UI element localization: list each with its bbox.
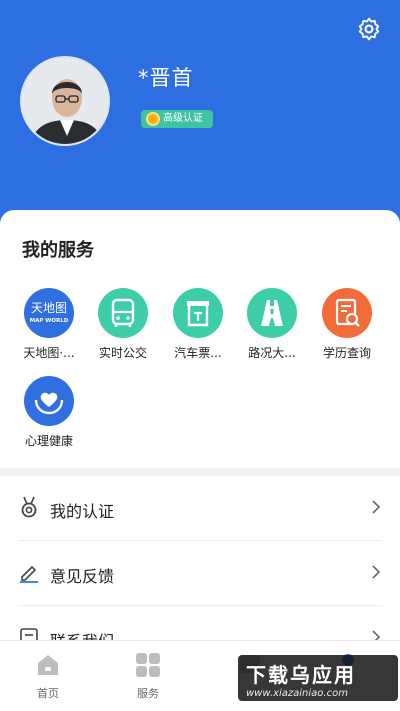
service-tianditu[interactable]: 天地图 MAP WORLD 天地图·... bbox=[11, 288, 87, 361]
settings-gear-icon[interactable] bbox=[356, 16, 382, 42]
bus-icon bbox=[98, 288, 148, 338]
document-search-icon bbox=[322, 288, 372, 338]
menu-item-feedback[interactable]: 意见反馈 bbox=[0, 541, 400, 605]
service-bus-ticket[interactable]: 汽车票... bbox=[160, 288, 236, 361]
edit-icon bbox=[20, 565, 38, 583]
service-label: 汽车票... bbox=[174, 346, 222, 360]
ticket-icon bbox=[173, 288, 223, 338]
avatar-photo-icon bbox=[22, 58, 108, 144]
chevron-right-icon bbox=[372, 500, 381, 514]
badge-medal-icon bbox=[146, 112, 160, 126]
menu-label: 联系我们 bbox=[50, 628, 114, 640]
avatar[interactable] bbox=[20, 56, 110, 146]
tab-home[interactable]: 首页 bbox=[8, 651, 88, 701]
home-icon bbox=[34, 651, 62, 679]
menu-item-contact[interactable]: 联系我们 bbox=[0, 606, 400, 640]
badge-label: 高级认证 bbox=[163, 113, 203, 124]
tianditu-logo-icon: 天地图 MAP WORLD bbox=[24, 288, 74, 338]
watermark-main: 下载乌应用 bbox=[246, 663, 356, 687]
tab-services[interactable]: 服务 bbox=[108, 651, 188, 701]
watermark: 下载乌应用 www.xiazainiao.com bbox=[238, 655, 398, 701]
service-education-query[interactable]: 学历查询 bbox=[309, 288, 385, 361]
service-mental-health[interactable]: 心理健康 bbox=[11, 376, 87, 449]
service-label: 路况大... bbox=[248, 346, 296, 360]
service-bus[interactable]: 实时公交 bbox=[85, 288, 161, 361]
service-label: 学历查询 bbox=[322, 346, 371, 360]
logo-subtext: MAP WORLD bbox=[30, 318, 69, 324]
road-icon bbox=[247, 288, 297, 338]
service-road-conditions[interactable]: 路况大... bbox=[234, 288, 310, 361]
logo-text: 天地图 bbox=[31, 301, 67, 315]
services-title: 我的服务 bbox=[22, 240, 94, 261]
medal-icon bbox=[21, 496, 37, 518]
watermark-sub: www.xiazainiao.com bbox=[246, 688, 348, 699]
grid-icon bbox=[134, 651, 162, 679]
main-panel: 我的服务 天地图 MAP WORLD 天地图·... 实时公交 汽车票... 路… bbox=[0, 210, 400, 640]
chevron-right-icon bbox=[372, 565, 381, 579]
menu-label: 意见反馈 bbox=[50, 567, 115, 586]
service-label: 实时公交 bbox=[98, 346, 147, 360]
menu-label: 我的认证 bbox=[50, 502, 115, 521]
heart-hand-icon bbox=[24, 376, 74, 426]
section-divider bbox=[0, 468, 400, 476]
profile-header: *晋首 高级认证 bbox=[0, 0, 400, 240]
chevron-right-icon bbox=[372, 630, 381, 640]
menu-item-certification[interactable]: 我的认证 bbox=[0, 476, 400, 540]
certification-badge[interactable]: 高级认证 bbox=[141, 110, 213, 128]
contact-icon bbox=[20, 628, 38, 640]
tab-label: 服务 bbox=[137, 687, 159, 700]
username: *晋首 bbox=[138, 66, 194, 90]
tab-label: 首页 bbox=[37, 687, 59, 700]
service-label: 心理健康 bbox=[24, 434, 73, 448]
service-label: 天地图·... bbox=[23, 346, 75, 360]
